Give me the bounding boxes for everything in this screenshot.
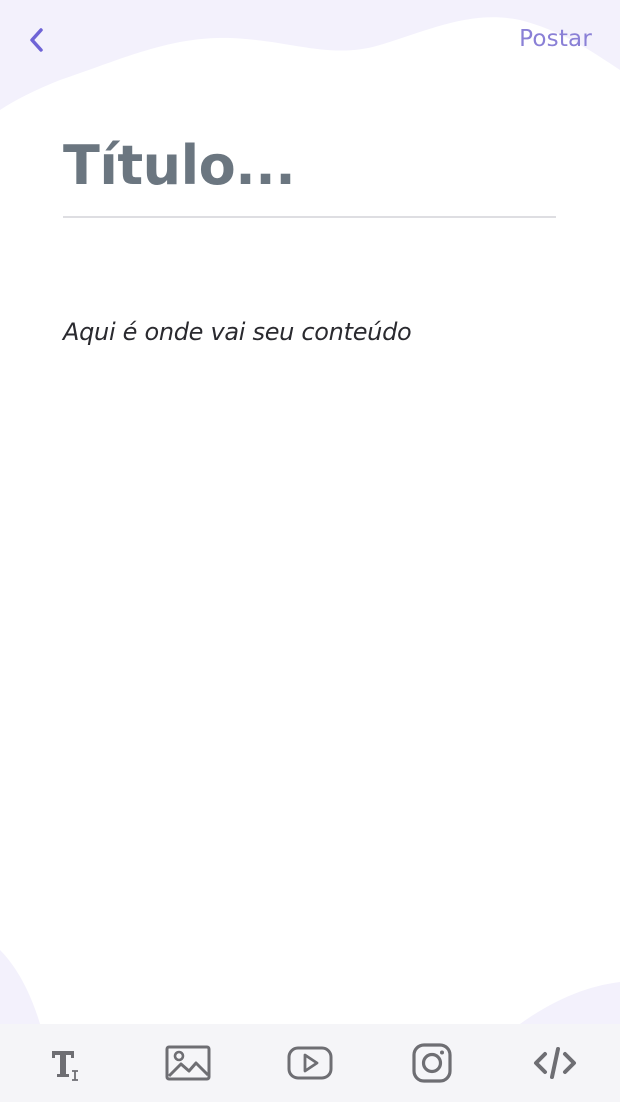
post-editor: Título... Aqui é onde vai seu conteúdo xyxy=(63,128,557,346)
image-icon xyxy=(165,1045,211,1081)
text-format-icon xyxy=(52,1051,79,1081)
back-button[interactable] xyxy=(22,24,50,56)
insert-code-button[interactable] xyxy=(525,1033,585,1093)
insert-instagram-button[interactable] xyxy=(402,1033,462,1093)
post-button[interactable]: Postar xyxy=(519,26,592,52)
title-divider xyxy=(63,216,556,218)
title-input[interactable]: Título... xyxy=(63,128,557,204)
video-play-icon xyxy=(287,1046,333,1080)
insert-video-button[interactable] xyxy=(280,1033,340,1093)
text-format-button[interactable] xyxy=(35,1033,95,1093)
instagram-icon xyxy=(412,1043,452,1083)
code-icon xyxy=(533,1047,576,1079)
content-input[interactable]: Aqui é onde vai seu conteúdo xyxy=(63,318,557,346)
formatting-toolbar xyxy=(0,1024,620,1102)
top-bar: Postar xyxy=(0,0,620,84)
chevron-left-icon xyxy=(30,28,43,52)
insert-image-button[interactable] xyxy=(158,1033,218,1093)
